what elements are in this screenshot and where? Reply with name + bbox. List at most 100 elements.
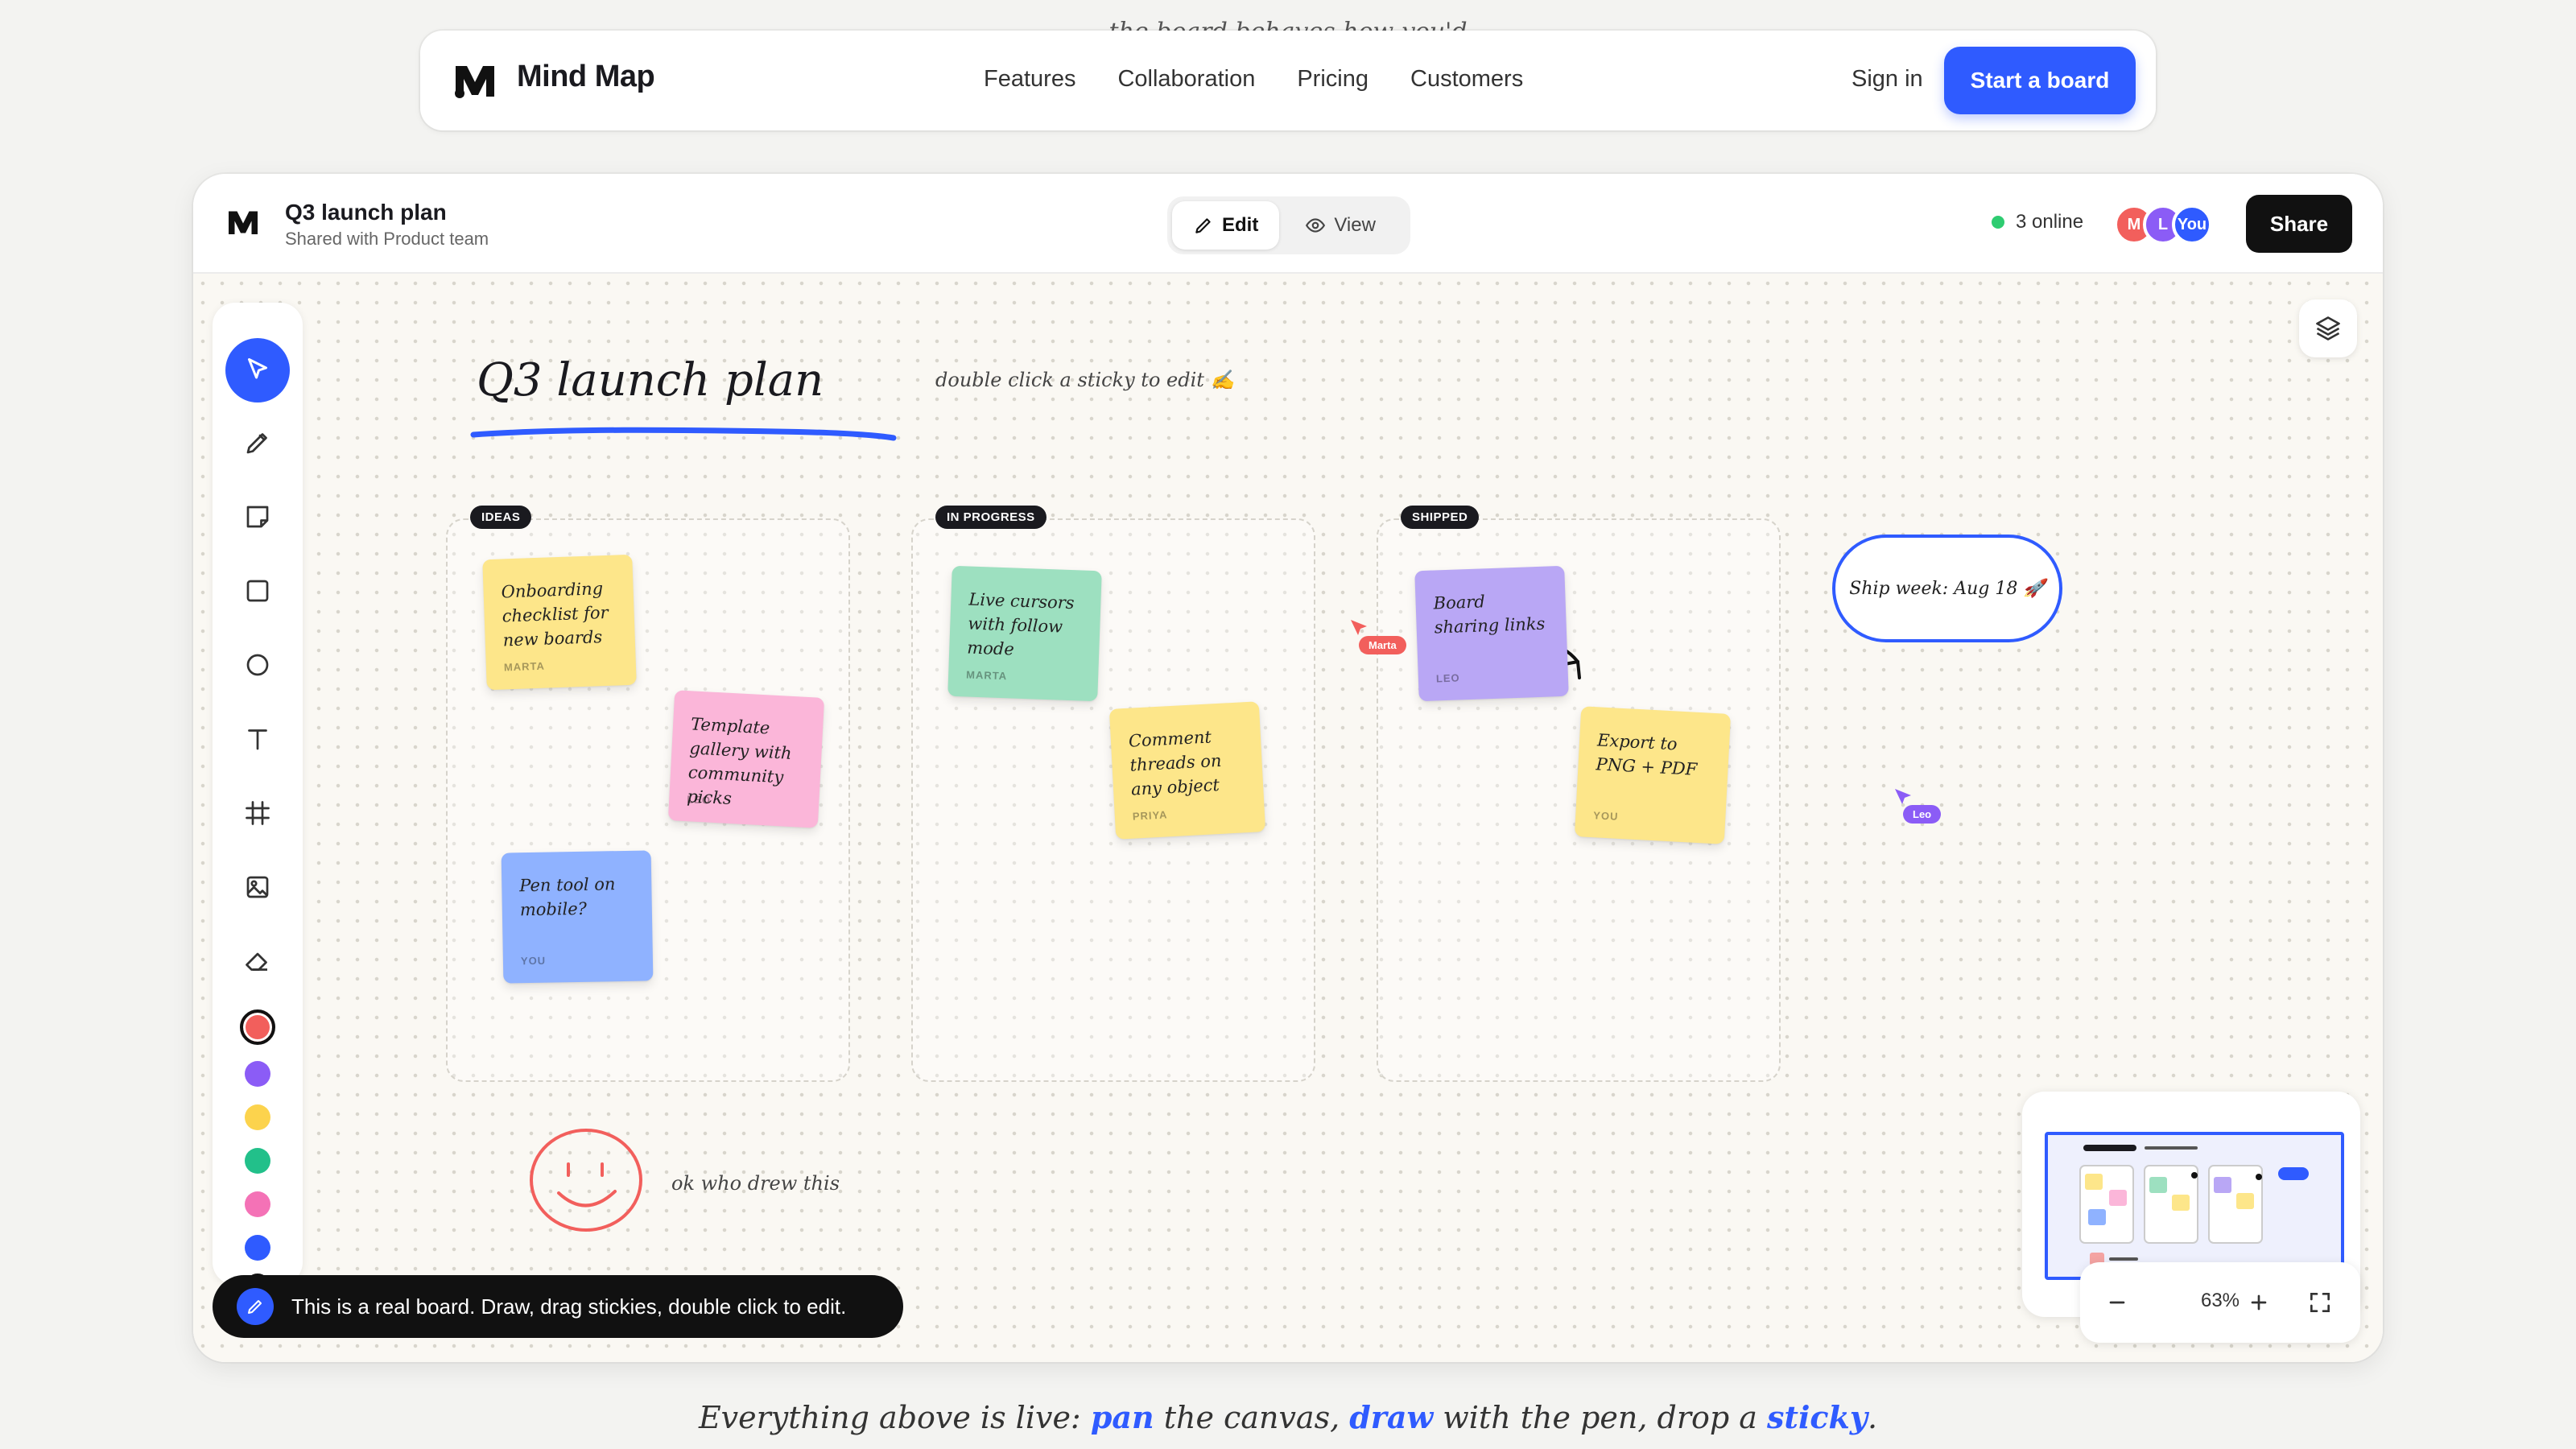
online-count: 3 online	[2016, 211, 2084, 233]
footer-word-sticky: sticky	[1767, 1399, 1868, 1435]
tool-rectangle-button[interactable]	[225, 559, 290, 623]
tool-pen-button[interactable]	[225, 411, 290, 475]
sticky-text: Comment threads on any object	[1128, 727, 1223, 799]
footer-word-draw: draw	[1349, 1399, 1434, 1435]
tool-image-button[interactable]	[225, 855, 290, 919]
tool-sidebar	[213, 303, 303, 1299]
ellipse-icon	[246, 654, 269, 676]
cursor-arrow-icon	[1351, 620, 1367, 635]
eye-icon	[1306, 218, 1326, 233]
sticky-author: LEO	[1435, 671, 1460, 685]
doc-title[interactable]: Q3 launch plan	[285, 200, 447, 225]
sticky-note[interactable]: Pen tool on mobile? YOU	[501, 850, 654, 984]
smiley-drawing[interactable]	[526, 1124, 647, 1236]
color-swatch-red[interactable]	[240, 1009, 275, 1045]
mode-toggle: Edit View	[1167, 196, 1410, 254]
mode-edit-label: Edit	[1222, 214, 1259, 236]
layers-button[interactable]	[2299, 299, 2357, 357]
nav-link-customers[interactable]: Customers	[1410, 66, 1523, 93]
clipped-tagline: the board behaves how you'd	[1108, 18, 1468, 32]
sticky-author: MARTA	[965, 668, 1008, 683]
sign-in-link[interactable]: Sign in	[1852, 66, 1923, 93]
rectangle-icon	[246, 580, 269, 602]
doc-subtitle: Shared with Product team	[285, 229, 489, 249]
tool-eraser-button[interactable]	[225, 929, 290, 993]
board-canvas[interactable]: Q3 launch plan double click a sticky to …	[193, 274, 2383, 1362]
column-tag: IDEAS	[470, 506, 532, 529]
eraser-icon	[246, 952, 267, 971]
board-app: Q3 launch plan Shared with Product team …	[193, 174, 2383, 1362]
zoom-in-button[interactable]	[2240, 1283, 2278, 1322]
online-dot-icon	[1992, 216, 2004, 229]
title-underline	[470, 427, 897, 441]
color-swatch-green[interactable]	[245, 1148, 270, 1174]
sticky-note[interactable]: Onboarding checklist for new boards MART…	[482, 554, 637, 691]
board-handwritten-title[interactable]: Q3 launch plan	[477, 354, 824, 407]
minimap-viewport[interactable]	[2045, 1132, 2344, 1280]
minus-icon	[2109, 1301, 2125, 1304]
sticky-text: Onboarding checklist for new boards	[501, 579, 609, 650]
color-swatch-purple[interactable]	[245, 1061, 270, 1087]
nav-link-pricing[interactable]: Pricing	[1297, 66, 1368, 93]
column-tag: SHIPPED	[1401, 506, 1480, 529]
tool-sticky-button[interactable]	[225, 485, 290, 549]
sticky-note[interactable]: Export to PNG + PDF YOU	[1574, 706, 1732, 844]
sticky-author: MARTA	[503, 659, 546, 674]
frame-icon	[246, 801, 270, 825]
sticky-icon	[246, 506, 269, 528]
toast-pencil-icon	[237, 1288, 274, 1325]
nav-link-features[interactable]: Features	[984, 66, 1075, 93]
sticky-author: YOU	[1592, 809, 1619, 823]
sticky-note[interactable]: Comment threads on any object PRIYA	[1108, 701, 1266, 840]
image-icon	[246, 876, 269, 898]
share-button[interactable]: Share	[2246, 195, 2352, 253]
sticky-author: PRIYA	[1132, 808, 1168, 823]
text-icon	[248, 729, 267, 750]
sticky-note[interactable]: Live cursors with follow mode MARTA	[947, 565, 1102, 702]
cursor-label-leo: Leo	[1903, 805, 1942, 824]
mode-edit-button[interactable]: Edit	[1172, 201, 1280, 250]
start-board-button[interactable]: Start a board	[1944, 47, 2136, 114]
site-nav: Mind Map Features Collaboration Pricing …	[420, 31, 2156, 130]
smiley-note[interactable]: ok who drew this	[671, 1172, 840, 1195]
board-topbar: Q3 launch plan Shared with Product team …	[193, 174, 2383, 274]
brand-name[interactable]: Mind Map	[517, 60, 655, 94]
zoom-controls: 63%	[2080, 1262, 2360, 1343]
ship-week-node[interactable]: Ship week: Aug 18 🚀	[1832, 535, 2062, 642]
footer-prefix: Everything above is live:	[698, 1400, 1091, 1435]
sticky-text: Live cursors with follow mode	[966, 589, 1075, 659]
tool-text-button[interactable]	[225, 707, 290, 771]
sticky-author: YOU	[520, 954, 547, 968]
nav-link-collaboration[interactable]: Collaboration	[1117, 66, 1255, 93]
fullscreen-button[interactable]	[2301, 1283, 2339, 1322]
cursor-arrow-icon	[1895, 789, 1911, 804]
toast-message: This is a real board. Draw, drag stickie…	[291, 1294, 847, 1319]
sticky-note[interactable]: Board sharing links LEO	[1414, 565, 1569, 702]
select-icon	[248, 358, 267, 379]
color-swatch-pink[interactable]	[245, 1191, 270, 1217]
avatar-you[interactable]: You	[2172, 204, 2212, 245]
plus-icon	[2251, 1294, 2267, 1311]
layers-icon	[2316, 316, 2340, 341]
nav-links: Features Collaboration Pricing Customers	[984, 66, 1523, 93]
tool-frame-button[interactable]	[225, 781, 290, 845]
footer-mid-1: the canvas,	[1154, 1400, 1350, 1435]
footer-word-pan: pan	[1090, 1399, 1154, 1435]
board-toast: This is a real board. Draw, drag stickie…	[213, 1275, 903, 1338]
mode-view-button[interactable]: View	[1284, 201, 1397, 250]
minimap-preview	[2079, 1145, 2309, 1265]
pen-icon	[246, 433, 267, 454]
color-swatch-blue[interactable]	[245, 1235, 270, 1261]
tool-ellipse-button[interactable]	[225, 633, 290, 697]
zoom-out-button[interactable]	[2098, 1283, 2136, 1322]
sticky-text: Pen tool on mobile?	[519, 874, 616, 920]
tool-select-button[interactable]	[225, 338, 290, 402]
edit-hint-note[interactable]: double click a sticky to edit ✍️	[935, 369, 1234, 391]
brand-logo-icon[interactable]	[452, 61, 497, 100]
app-logo-icon[interactable]	[225, 208, 261, 237]
color-swatch-yellow[interactable]	[245, 1104, 270, 1130]
footer-tagline: Everything above is live: pan the canvas…	[0, 1399, 2576, 1435]
sticky-note[interactable]: Template gallery with community picks LE…	[667, 690, 825, 828]
cursor-label-marta: Marta	[1359, 636, 1406, 654]
mode-view-label: View	[1334, 214, 1376, 236]
